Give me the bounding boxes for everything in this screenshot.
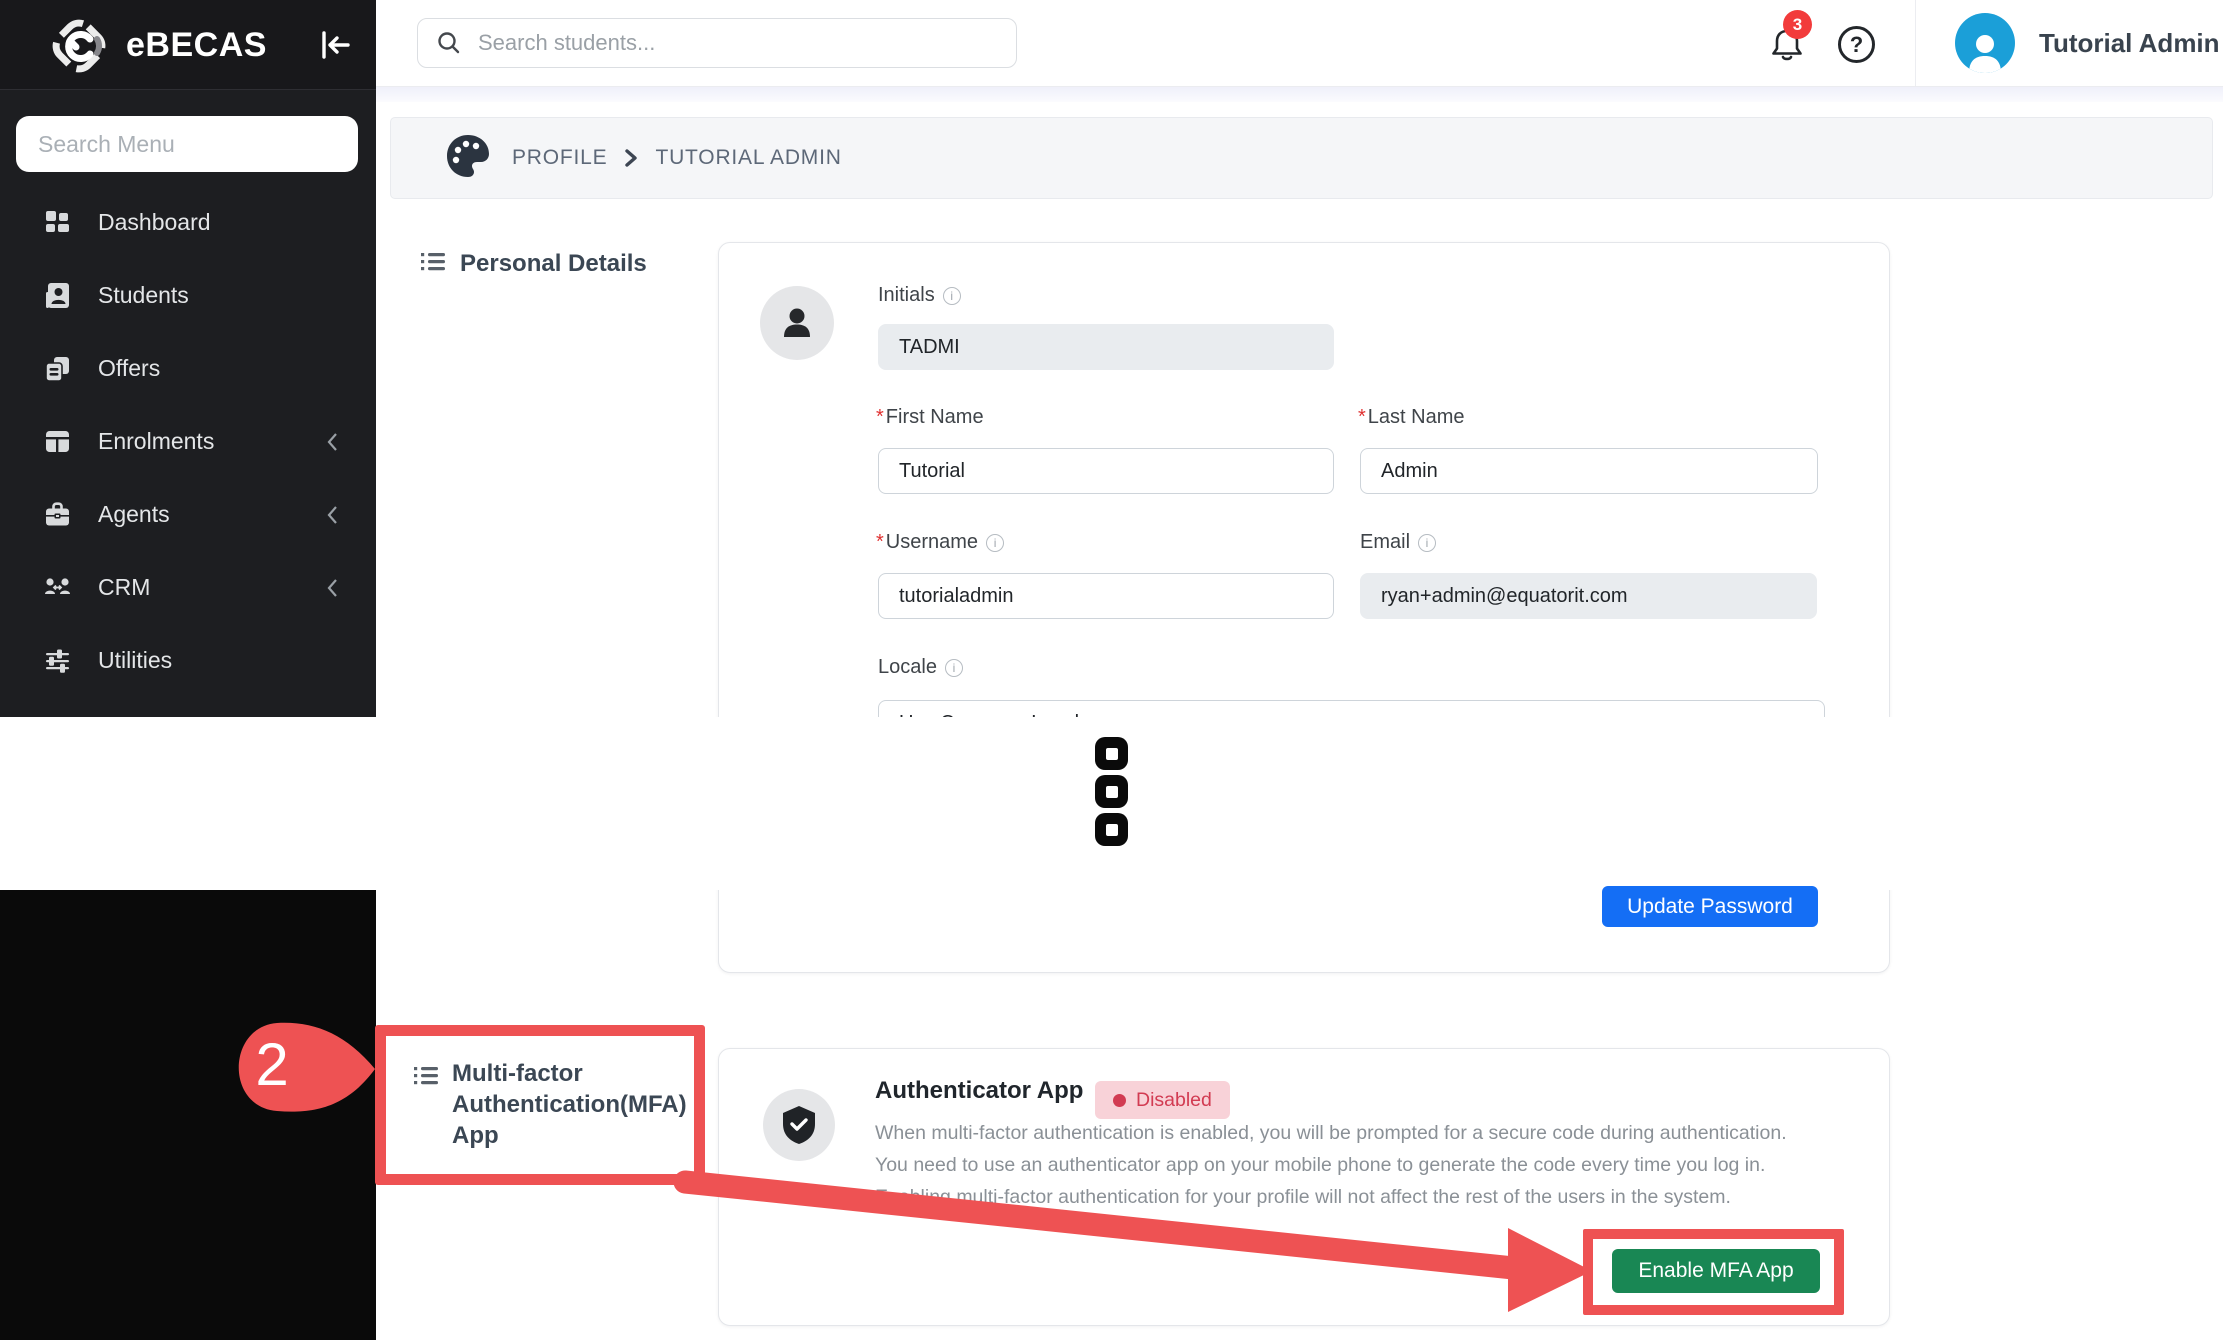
spinner-dot	[1095, 813, 1128, 846]
email-input	[1360, 573, 1817, 619]
user-menu[interactable]: Tutorial Admin	[1955, 0, 2220, 86]
sidebar-item-enrolments[interactable]: Enrolments	[0, 405, 376, 478]
sidebar-item-label: Students	[98, 282, 189, 309]
sidebar-item-label: CRM	[98, 574, 150, 601]
mfa-description-line: Enabling multi-factor authentication for…	[875, 1186, 1731, 1209]
offers-documents-icon	[44, 355, 71, 382]
sidebar-search-input[interactable]	[16, 116, 358, 172]
profile-photo-placeholder[interactable]	[760, 286, 834, 360]
agents-briefcase-icon	[44, 501, 71, 528]
required-marker: *	[876, 531, 884, 554]
utilities-sliders-icon	[44, 647, 71, 674]
info-icon[interactable]: i	[945, 659, 963, 677]
sidebar-item-utilities[interactable]: Utilities	[0, 624, 376, 697]
sidebar-item-label: Utilities	[98, 647, 172, 674]
spinner-dot	[1095, 775, 1128, 808]
chevron-left-icon	[324, 502, 340, 528]
enrolments-table-icon	[44, 428, 71, 455]
user-name: Tutorial Admin	[2039, 28, 2220, 59]
student-search-box	[417, 18, 1017, 68]
user-avatar	[1955, 13, 2015, 73]
email-label: Email i	[1360, 531, 1436, 554]
last-name-input[interactable]	[1360, 448, 1818, 494]
username-input[interactable]	[878, 573, 1334, 619]
first-name-label: * First Name	[876, 406, 984, 429]
first-name-input[interactable]	[878, 448, 1334, 494]
status-label: Disabled	[1136, 1089, 1212, 1112]
sidebar-item-label: Offers	[98, 355, 160, 382]
sidebar-item-students[interactable]: Students	[0, 259, 376, 332]
mfa-section-title: Multi-factor Authentication(MFA) App	[452, 1058, 704, 1151]
locale-label: Locale i	[878, 656, 963, 679]
sidebar-item-label: Agents	[98, 501, 170, 528]
breadcrumb-section[interactable]: PROFILE	[512, 146, 607, 170]
username-label: * Username i	[876, 531, 1004, 554]
ebecas-logo-icon	[48, 15, 110, 77]
help-glyph: ?	[1850, 32, 1863, 58]
list-icon	[413, 1062, 439, 1088]
help-icon[interactable]: ?	[1838, 26, 1875, 63]
info-icon[interactable]: i	[986, 534, 1004, 552]
loading-spinner	[1095, 737, 1128, 851]
spinner-dot	[1095, 737, 1128, 770]
personal-details-title: Personal Details	[460, 248, 647, 279]
authenticator-icon-circle	[763, 1089, 835, 1161]
app-window: eBECAS Dashboard St	[0, 0, 2223, 1340]
brand-title: eBECAS	[126, 0, 267, 90]
notification-count-badge: 3	[1783, 10, 1812, 39]
mfa-status-badge: Disabled	[1095, 1081, 1230, 1119]
sidebar: eBECAS Dashboard St	[0, 0, 376, 717]
required-marker: *	[876, 406, 884, 429]
mfa-description-line: You need to use an authenticator app on …	[875, 1154, 1765, 1177]
breadcrumb-page: TUTORIAL ADMIN	[655, 146, 841, 170]
breadcrumb-separator-icon	[623, 147, 639, 169]
palette-icon	[444, 132, 492, 180]
sidebar-item-dashboard[interactable]: Dashboard	[0, 186, 376, 259]
topbar-shadow-strip	[376, 87, 2223, 102]
sidebar-logo-row: eBECAS	[0, 0, 376, 90]
search-icon	[436, 30, 462, 56]
list-icon	[420, 248, 446, 274]
update-password-button[interactable]: Update Password	[1602, 886, 1818, 927]
step-number: 2	[217, 1030, 327, 1099]
shield-check-icon	[781, 1105, 817, 1145]
status-dot	[1113, 1094, 1126, 1107]
enable-mfa-button[interactable]: Enable MFA App	[1612, 1249, 1820, 1293]
person-icon	[778, 303, 816, 343]
initials-label: Initials i	[878, 284, 961, 307]
mfa-section-highlight-box: Multi-factor Authentication(MFA) App	[375, 1025, 705, 1185]
personal-details-heading: Personal Details	[420, 248, 647, 279]
mfa-description-line: When multi-factor authentication is enab…	[875, 1122, 1787, 1145]
sidebar-collapse-icon[interactable]	[318, 28, 354, 62]
student-search-input[interactable]	[478, 30, 958, 56]
authenticator-app-title: Authenticator App	[875, 1077, 1083, 1105]
chevron-left-icon	[324, 429, 340, 455]
breadcrumb: PROFILE TUTORIAL ADMIN	[390, 117, 2213, 199]
mfa-section-heading: Multi-factor Authentication(MFA) App	[413, 1058, 704, 1151]
sidebar-item-agents[interactable]: Agents	[0, 478, 376, 551]
student-card-icon	[44, 282, 71, 309]
sidebar-nav: Dashboard Students Offers	[0, 186, 376, 697]
topbar: 3 ? Tutorial Admin	[376, 0, 2223, 87]
required-marker: *	[1358, 406, 1366, 429]
sidebar-item-label: Dashboard	[98, 209, 211, 236]
sidebar-item-label: Enrolments	[98, 428, 214, 455]
crm-people-network-icon	[44, 574, 71, 601]
sidebar-item-offers[interactable]: Offers	[0, 332, 376, 405]
sidebar-item-crm[interactable]: CRM	[0, 551, 376, 624]
topbar-divider	[1915, 0, 1916, 86]
last-name-label: * Last Name	[1358, 406, 1465, 429]
chevron-left-icon	[324, 575, 340, 601]
initials-input	[878, 324, 1334, 370]
dashboard-grid-icon	[44, 209, 71, 236]
info-icon[interactable]: i	[943, 287, 961, 305]
info-icon[interactable]: i	[1418, 534, 1436, 552]
person-icon	[1965, 29, 2005, 73]
